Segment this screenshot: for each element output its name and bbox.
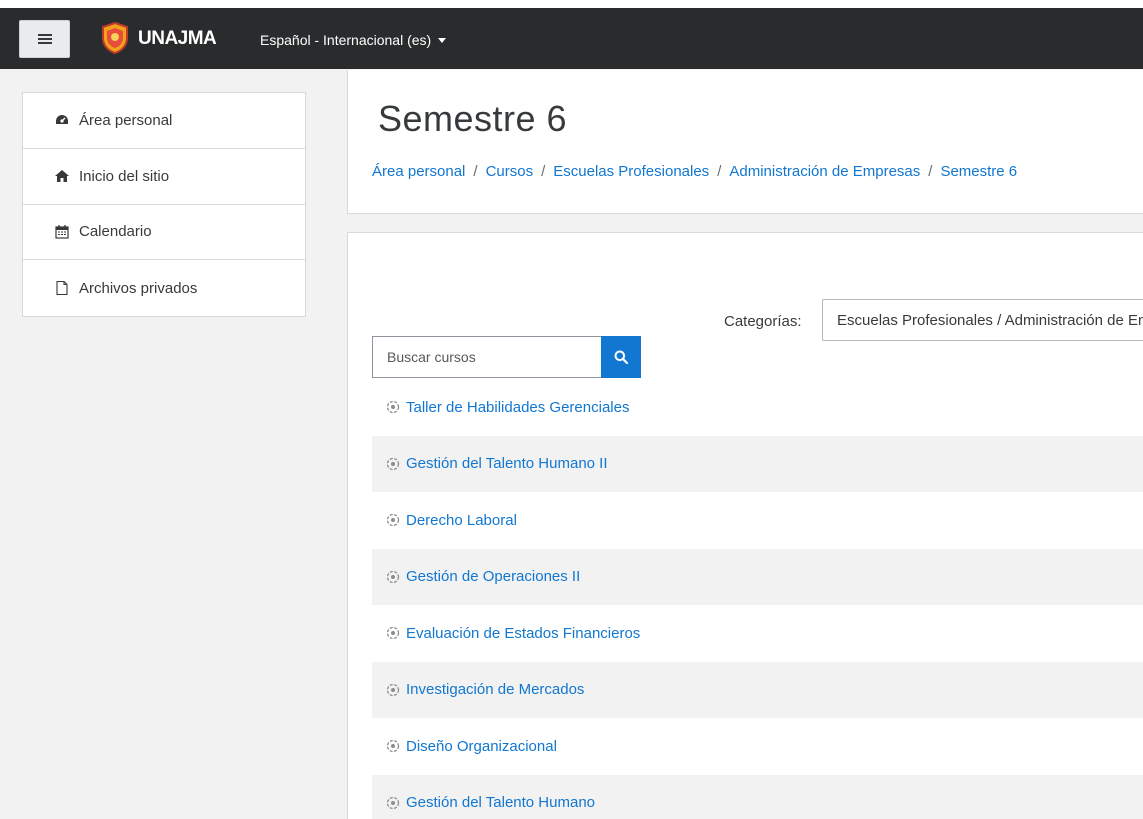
breadcrumb-separator: / bbox=[928, 163, 933, 180]
course-item[interactable]: Evaluación de Estados Financieros bbox=[372, 605, 1143, 662]
search-button[interactable] bbox=[601, 336, 641, 378]
course-link[interactable]: Derecho Laboral bbox=[406, 512, 517, 529]
course-icon bbox=[386, 570, 400, 583]
search-input[interactable] bbox=[372, 336, 601, 378]
breadcrumb-link[interactable]: Escuelas Profesionales bbox=[553, 163, 709, 180]
page-header: Semestre 6 Área personal / Cursos / Escu… bbox=[347, 70, 1143, 214]
sidebar-item-label: Calendario bbox=[79, 223, 152, 241]
course-item[interactable]: Gestión de Operaciones II bbox=[372, 548, 1143, 605]
logo-icon[interactable] bbox=[100, 22, 130, 54]
course-list: Taller de Habilidades Gerenciales Gestió… bbox=[372, 379, 1143, 819]
sidebar-item-label: Archivos privados bbox=[79, 279, 198, 297]
hamburger-icon bbox=[37, 34, 52, 44]
course-link[interactable]: Taller de Habilidades Gerenciales bbox=[406, 399, 629, 416]
course-icon bbox=[386, 457, 400, 470]
page-title: Semestre 6 bbox=[378, 98, 568, 139]
course-link[interactable]: Gestión del Talento Humano II bbox=[406, 455, 608, 472]
course-item[interactable]: Gestión del Talento Humano II bbox=[372, 435, 1143, 492]
course-search bbox=[372, 336, 641, 378]
course-link[interactable]: Evaluación de Estados Financieros bbox=[406, 625, 640, 642]
menu-toggle-button[interactable] bbox=[19, 20, 70, 58]
course-category-panel: Categorías: Escuelas Profesionales / Adm… bbox=[347, 232, 1143, 819]
calendar-icon bbox=[55, 224, 69, 239]
course-link[interactable]: Gestión de Operaciones II bbox=[406, 568, 580, 585]
tachometer-icon bbox=[55, 113, 69, 127]
language-menu[interactable]: Español - Internacional (es) bbox=[260, 32, 447, 48]
file-icon bbox=[55, 281, 69, 296]
caret-down-icon bbox=[438, 37, 447, 43]
breadcrumb-link[interactable]: Área personal bbox=[372, 163, 465, 180]
course-icon bbox=[386, 796, 400, 809]
course-item[interactable]: Investigación de Mercados bbox=[372, 661, 1143, 718]
categories-label: Categorías: bbox=[724, 313, 802, 330]
navbar: UNAJMA Español - Internacional (es) bbox=[0, 8, 1143, 69]
course-item[interactable]: Derecho Laboral bbox=[372, 492, 1143, 549]
breadcrumb-link[interactable]: Cursos bbox=[486, 163, 534, 180]
course-icon bbox=[386, 401, 400, 414]
breadcrumb: Área personal / Cursos / Escuelas Profes… bbox=[372, 163, 1017, 180]
course-icon bbox=[386, 514, 400, 527]
language-label: Español - Internacional (es) bbox=[260, 32, 432, 48]
course-link[interactable]: Diseño Organizacional bbox=[406, 738, 557, 755]
sidebar-nav: Área personal Inicio del sitio Calendari… bbox=[22, 92, 306, 317]
sidebar-item-label: Inicio del sitio bbox=[79, 167, 170, 185]
brand-name[interactable]: UNAJMA bbox=[138, 28, 217, 50]
home-icon bbox=[55, 169, 69, 183]
breadcrumb-separator: / bbox=[541, 163, 546, 180]
sidebar-item-label: Área personal bbox=[79, 111, 173, 129]
breadcrumb-link[interactable]: Semestre 6 bbox=[940, 163, 1017, 180]
search-icon bbox=[614, 350, 628, 364]
course-item[interactable]: Taller de Habilidades Gerenciales bbox=[372, 379, 1143, 436]
sidebar-item-area-personal[interactable]: Área personal bbox=[23, 93, 305, 149]
breadcrumb-separator: / bbox=[717, 163, 722, 180]
breadcrumb-link[interactable]: Administración de Empresas bbox=[729, 163, 920, 180]
categories-selected-value: Escuelas Profesionales / Administración … bbox=[837, 311, 1143, 329]
course-icon bbox=[386, 627, 400, 640]
sidebar-item-calendario[interactable]: Calendario bbox=[23, 205, 305, 261]
categories-select[interactable]: Escuelas Profesionales / Administración … bbox=[822, 299, 1143, 341]
course-icon bbox=[386, 683, 400, 696]
course-item[interactable]: Gestión del Talento Humano bbox=[372, 774, 1143, 819]
course-link[interactable]: Gestión del Talento Humano bbox=[406, 794, 595, 811]
course-item[interactable]: Diseño Organizacional bbox=[372, 718, 1143, 775]
sidebar-item-archivos[interactable]: Archivos privados bbox=[23, 260, 305, 316]
course-link[interactable]: Investigación de Mercados bbox=[406, 681, 584, 698]
breadcrumb-separator: / bbox=[473, 163, 478, 180]
course-icon bbox=[386, 740, 400, 753]
sidebar-item-inicio[interactable]: Inicio del sitio bbox=[23, 149, 305, 205]
top-strip bbox=[0, 0, 1143, 8]
